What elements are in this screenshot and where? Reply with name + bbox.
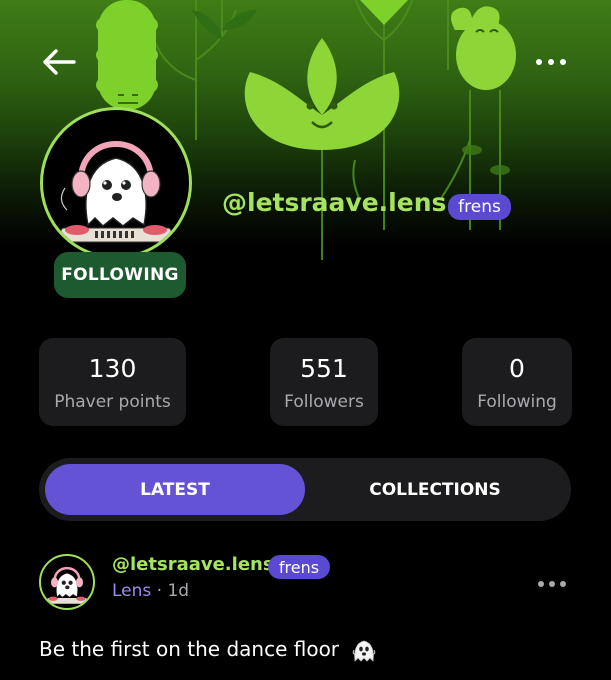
ghost-dj-avatar	[60, 141, 172, 243]
more-options-button[interactable]	[528, 48, 574, 76]
content-tabs: LATEST COLLECTIONS	[39, 458, 571, 521]
back-button[interactable]	[38, 42, 82, 82]
stat-value: 0	[509, 354, 525, 383]
post-author-avatar[interactable]	[39, 554, 95, 610]
stat-phaver-points[interactable]: 130 Phaver points	[39, 338, 186, 426]
profile-handle: @letsraave.lens	[222, 188, 447, 217]
post-text: Be the first on the dance floor	[39, 637, 340, 661]
dot	[536, 59, 542, 65]
frens-badge: frens	[448, 194, 511, 220]
tab-collections[interactable]: COLLECTIONS	[305, 464, 565, 515]
meta-separator: ·	[151, 581, 168, 601]
frens-badge: frens	[268, 555, 330, 579]
following-button[interactable]: FOLLOWING	[54, 252, 186, 298]
profile-avatar[interactable]	[40, 107, 192, 259]
post-author-handle[interactable]: @letsraave.lens	[112, 554, 274, 575]
stat-followers[interactable]: 551 Followers	[270, 338, 378, 426]
post-meta: Lens · 1d	[112, 581, 189, 601]
stat-label: Following	[477, 392, 557, 412]
dot	[548, 59, 554, 65]
arrow-left-icon	[43, 49, 76, 75]
stat-following[interactable]: 0 Following	[462, 338, 572, 426]
dot	[560, 581, 566, 587]
post-body: Be the first on the dance floor	[39, 637, 377, 664]
stat-value: 130	[88, 354, 137, 383]
stat-label: Followers	[284, 392, 364, 412]
stat-value: 551	[300, 354, 348, 383]
dot	[560, 59, 566, 65]
tab-latest[interactable]: LATEST	[45, 464, 305, 515]
post-time: 1d	[167, 581, 190, 601]
ghost-dj-avatar	[47, 566, 87, 604]
post-more-button[interactable]	[530, 573, 574, 595]
dot	[538, 581, 544, 587]
stat-label: Phaver points	[54, 392, 171, 412]
dot	[549, 581, 555, 587]
ghost-icon	[353, 640, 376, 662]
post-source: Lens	[112, 581, 152, 601]
